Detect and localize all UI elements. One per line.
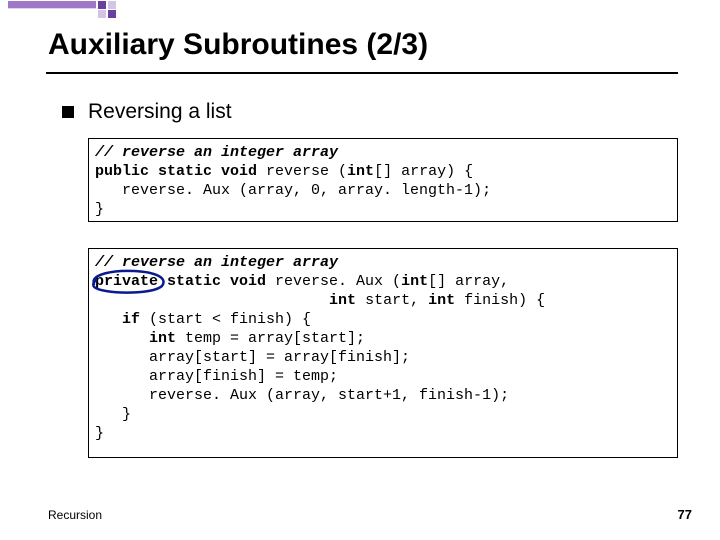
code-keyword: int: [401, 273, 428, 290]
deco-sq: [98, 1, 106, 9]
code-text: [95, 311, 122, 328]
code-keyword: int: [329, 292, 356, 309]
deco-sq: [108, 10, 116, 18]
code-text: reverse. Aux (array, start+1, finish-1);: [95, 387, 509, 404]
code-text: [] array) {: [374, 163, 473, 180]
code-text: array[finish] = temp;: [95, 368, 338, 385]
code-text: }: [95, 201, 104, 218]
code-text: (start < finish) {: [140, 311, 311, 328]
slide-decoration: [8, 1, 128, 31]
code-text: reverse. Aux (: [266, 273, 401, 290]
code-keyword: int: [428, 292, 455, 309]
code-text: [] array,: [428, 273, 509, 290]
page-number: 77: [678, 507, 692, 522]
code-text: [95, 292, 329, 309]
code-box-1: // reverse an integer array public stati…: [88, 138, 678, 222]
code-comment: // reverse an integer array: [95, 254, 338, 271]
code-text: start,: [356, 292, 428, 309]
deco-bar-light: [8, 8, 96, 9]
code-keyword: private static void: [95, 273, 266, 290]
code-comment: // reverse an integer array: [95, 144, 338, 161]
slide-title: Auxiliary Subroutines (2/3): [48, 28, 428, 62]
code-text: }: [95, 406, 131, 423]
code-box-2: // reverse an integer array private stat…: [88, 248, 678, 458]
code-keyword: int: [149, 330, 176, 347]
bullet-text: Reversing a list: [88, 100, 232, 124]
deco-sq: [108, 1, 116, 9]
code-text: reverse (: [257, 163, 347, 180]
code-text: reverse. Aux (array, 0, array. length-1)…: [95, 182, 491, 199]
code-content-2: // reverse an integer array private stat…: [89, 249, 677, 447]
code-text: temp = array[start];: [176, 330, 365, 347]
code-keyword: int: [347, 163, 374, 180]
title-underline: [46, 72, 678, 74]
bullet-icon: [62, 106, 74, 118]
code-text: finish) {: [455, 292, 545, 309]
code-text: }: [95, 425, 104, 442]
code-keyword: public static void: [95, 163, 257, 180]
code-keyword: if: [122, 311, 140, 328]
deco-sq: [98, 10, 106, 18]
deco-bar: [8, 1, 96, 8]
footer-topic: Recursion: [48, 508, 102, 522]
code-content-1: // reverse an integer array public stati…: [89, 139, 677, 223]
code-text: array[start] = array[finish];: [95, 349, 410, 366]
code-text: [95, 330, 149, 347]
